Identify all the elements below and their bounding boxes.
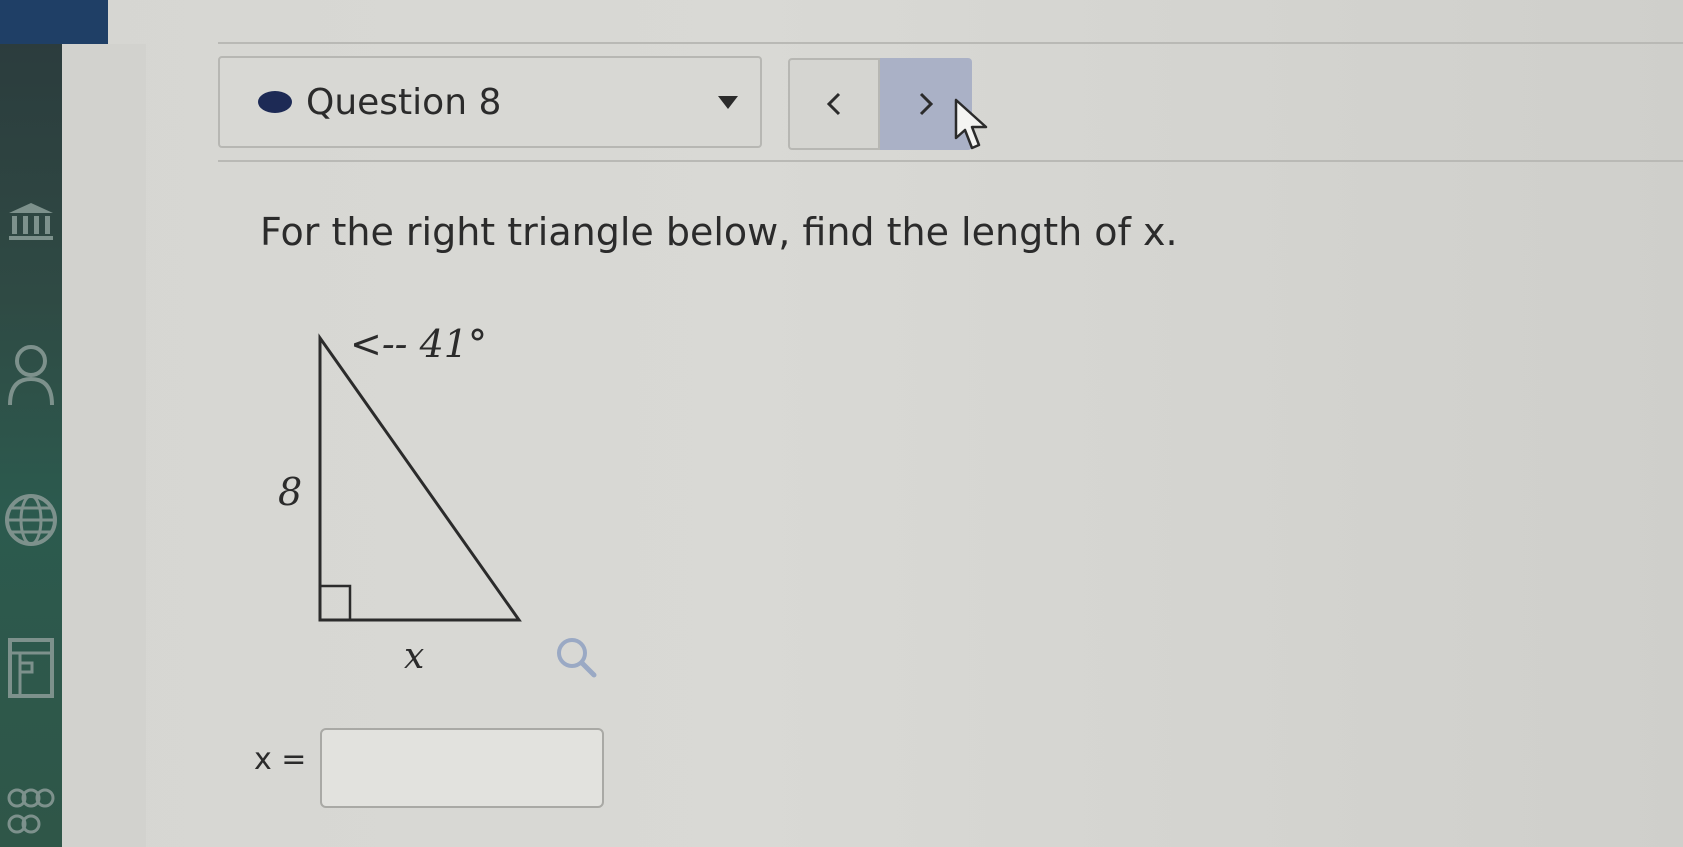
user-icon[interactable] (0, 340, 62, 410)
triangle-outline (318, 333, 522, 622)
calculator-icon[interactable] (0, 636, 62, 700)
angle-label: <-- 41° (350, 322, 487, 366)
chevron-right-icon (919, 92, 934, 116)
header-block (0, 0, 108, 44)
magnify-icon[interactable] (553, 634, 599, 680)
group-icon[interactable] (0, 784, 62, 844)
header-divider (218, 160, 1683, 162)
right-triangle-figure (318, 333, 522, 622)
answer-input[interactable] (320, 728, 604, 808)
previous-question-button[interactable] (788, 58, 880, 150)
base-label: x (404, 636, 425, 677)
side-length-label: 8 (278, 470, 303, 514)
question-status-dot (258, 91, 292, 113)
top-divider (218, 42, 1683, 44)
answer-label: x = (254, 742, 307, 777)
mouse-cursor-icon (954, 98, 988, 150)
question-navigation (788, 58, 974, 150)
chevron-left-icon (826, 92, 841, 116)
caret-down-icon (718, 96, 738, 109)
right-angle-marker (318, 584, 352, 622)
content-gutter (62, 44, 146, 847)
question-prompt: For the right triangle below, find the l… (260, 210, 1178, 254)
bank-icon[interactable] (0, 196, 62, 246)
globe-icon[interactable] (0, 488, 62, 552)
app-sidebar (0, 0, 62, 847)
question-selector[interactable]: Question 8 (218, 56, 762, 148)
question-selector-label: Question 8 (306, 81, 502, 123)
